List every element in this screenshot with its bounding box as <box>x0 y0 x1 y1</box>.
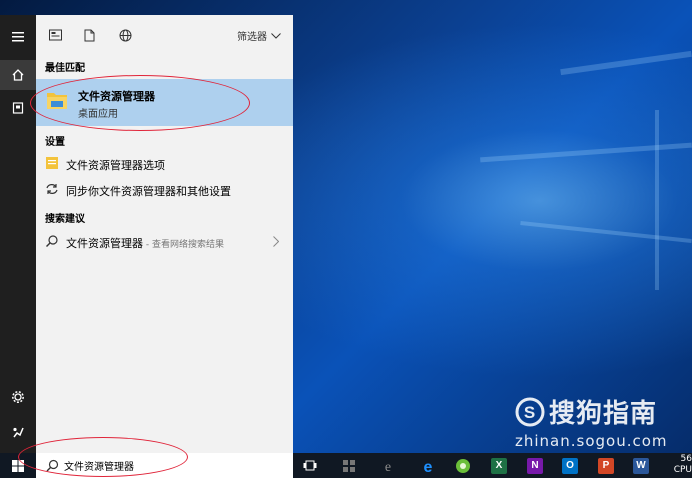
filter-toolbar: 筛选器 <box>36 15 293 55</box>
best-match-subtitle: 桌面应用 <box>78 109 118 120</box>
settings-item-sync[interactable]: 同步你文件资源管理器和其他设置 <box>36 178 293 202</box>
edge-icon[interactable]: e <box>418 456 438 475</box>
onenote-icon[interactable]: N <box>525 456 545 475</box>
search-icon <box>45 234 59 248</box>
file-explorer-icon <box>46 90 68 113</box>
hamburger-menu-icon[interactable] <box>0 22 36 52</box>
light-beam <box>480 142 692 163</box>
settings-gear-icon[interactable] <box>0 382 36 412</box>
outlook-icon[interactable]: O <box>560 456 580 475</box>
suggestion-text: 文件资源管理器 - 查看网络搜索结果 <box>66 235 224 251</box>
svg-text:S: S <box>524 403 536 422</box>
outlook-letter: O <box>562 457 578 474</box>
powerpoint-icon[interactable]: P <box>596 456 616 475</box>
web-filter-icon[interactable] <box>117 27 133 43</box>
suggestion-label: 文件资源管理器 <box>66 237 143 250</box>
sogou-watermark: S 搜狗指南 zhinan.sogou.com <box>515 393 668 450</box>
excel-letter: X <box>491 457 507 474</box>
feedback-icon[interactable] <box>0 417 36 447</box>
browser-icon[interactable] <box>453 456 473 475</box>
filter-label: 筛选器 <box>237 32 267 43</box>
svg-text:e: e <box>424 459 433 474</box>
section-settings: 设置 <box>45 137 65 148</box>
task-view-icon[interactable] <box>300 456 320 475</box>
word-letter: W <box>633 457 649 474</box>
watermark-url: zhinan.sogou.com <box>515 432 668 450</box>
web-search-suggestion[interactable]: 文件资源管理器 - 查看网络搜索结果 <box>36 230 293 254</box>
settings-item-explorer-options[interactable]: 文件资源管理器选项 <box>36 152 293 176</box>
search-results-panel: 筛选器 最佳匹配 文件资源管理器 桌面应用 设置 文件资源管理器选项 同步你文件… <box>36 15 293 453</box>
tray-line1: 56 <box>680 454 692 464</box>
settings-item-label: 文件资源管理器选项 <box>66 159 165 172</box>
light-beam <box>560 50 692 76</box>
home-icon[interactable] <box>0 60 36 90</box>
sogou-logo-icon: S <box>515 397 545 426</box>
light-beam <box>655 110 659 290</box>
svg-text:e: e <box>385 460 391 473</box>
excel-icon[interactable]: X <box>489 456 509 475</box>
sync-icon <box>45 182 59 196</box>
word-icon[interactable]: W <box>631 456 651 475</box>
filter-dropdown[interactable]: 筛选器 <box>237 28 281 43</box>
tray-line2: CPU <box>673 465 692 475</box>
ie-icon[interactable]: e <box>378 456 398 475</box>
explorer-options-icon <box>45 156 59 170</box>
section-search-suggestions: 搜索建议 <box>45 214 85 225</box>
suggestion-suffix: - 查看网络搜索结果 <box>143 240 224 250</box>
tray-clock: 56 CPU <box>672 454 692 476</box>
section-best-match: 最佳匹配 <box>45 63 85 74</box>
best-match-result[interactable]: 文件资源管理器 桌面应用 <box>36 79 293 126</box>
chevron-right-icon <box>273 236 280 250</box>
apps-filter-icon[interactable] <box>47 27 63 43</box>
settings-item-label: 同步你文件资源管理器和其他设置 <box>66 185 231 198</box>
store-icon[interactable] <box>339 456 359 475</box>
start-rail <box>0 15 36 453</box>
powerpoint-letter: P <box>598 457 614 474</box>
document-filter-icon[interactable] <box>81 27 97 43</box>
search-input[interactable] <box>64 457 264 473</box>
watermark-brand: 搜狗指南 <box>549 399 658 429</box>
taskbar-search-box[interactable] <box>36 453 293 478</box>
light-beam <box>520 221 692 243</box>
windows-start-icon[interactable] <box>8 456 28 475</box>
chevron-down-icon <box>271 32 281 39</box>
best-match-title: 文件资源管理器 <box>78 90 155 103</box>
search-box-icon <box>46 459 59 475</box>
documents-icon[interactable] <box>0 93 36 123</box>
onenote-letter: N <box>527 457 543 474</box>
